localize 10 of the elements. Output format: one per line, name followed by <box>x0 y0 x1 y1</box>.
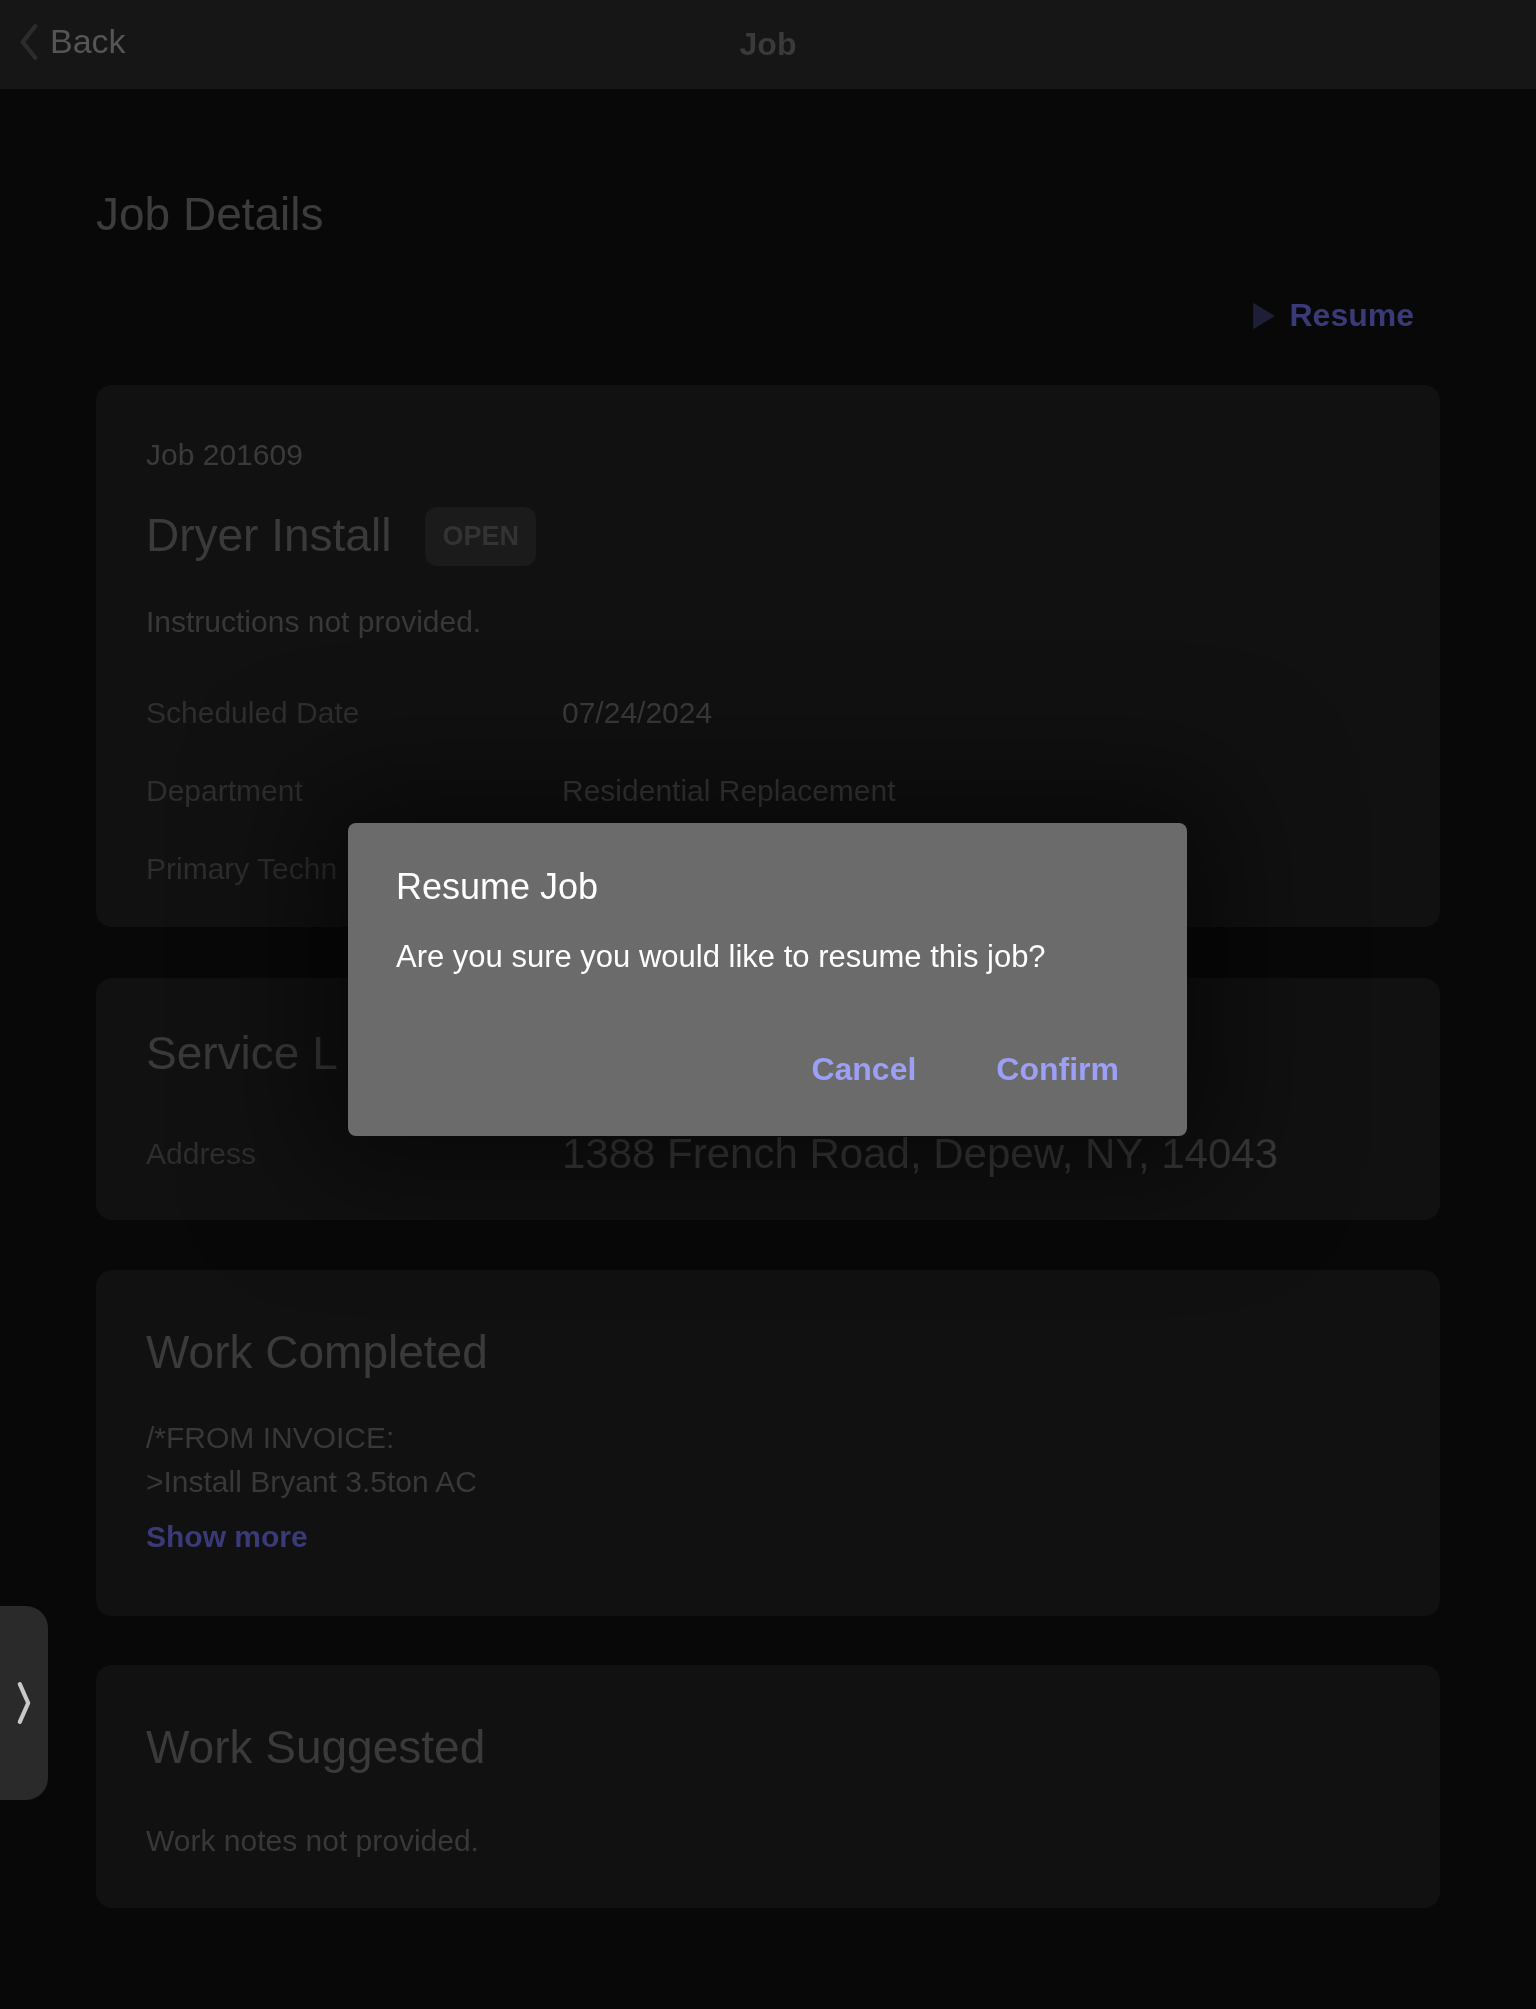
chevron-icon <box>15 1680 33 1726</box>
back-button[interactable]: Back <box>18 22 126 61</box>
show-more-link[interactable]: Show more <box>146 1520 308 1554</box>
dialog-title: Resume Job <box>396 865 600 909</box>
confirm-button[interactable]: Confirm <box>986 1043 1129 1096</box>
cancel-button[interactable]: Cancel <box>801 1043 927 1096</box>
play-icon <box>1251 300 1276 331</box>
resume-button[interactable]: Resume <box>1251 297 1414 334</box>
side-panel-tab[interactable] <box>0 1606 48 1800</box>
dialog-message: Are you sure you would like to resume this job? <box>396 938 1047 976</box>
